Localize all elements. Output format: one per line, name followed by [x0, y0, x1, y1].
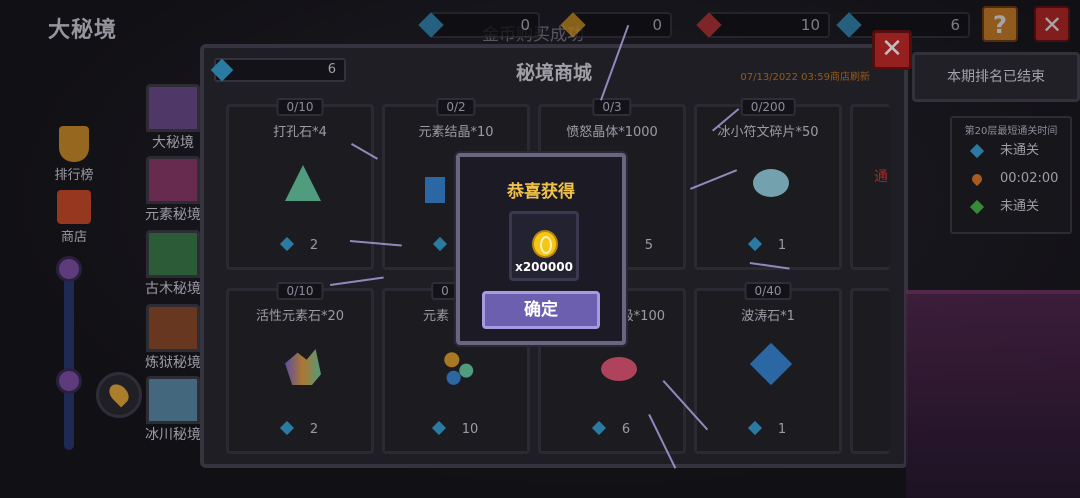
- reward-quantity: x200000: [515, 260, 573, 274]
- reward-slot: x200000: [509, 211, 579, 281]
- reward-title: 恭喜获得: [507, 182, 575, 202]
- gold-coin-icon: [532, 230, 558, 258]
- reward-dialog: 恭喜获得 x200000 确定: [456, 153, 626, 345]
- confirm-button[interactable]: 确定: [482, 291, 600, 329]
